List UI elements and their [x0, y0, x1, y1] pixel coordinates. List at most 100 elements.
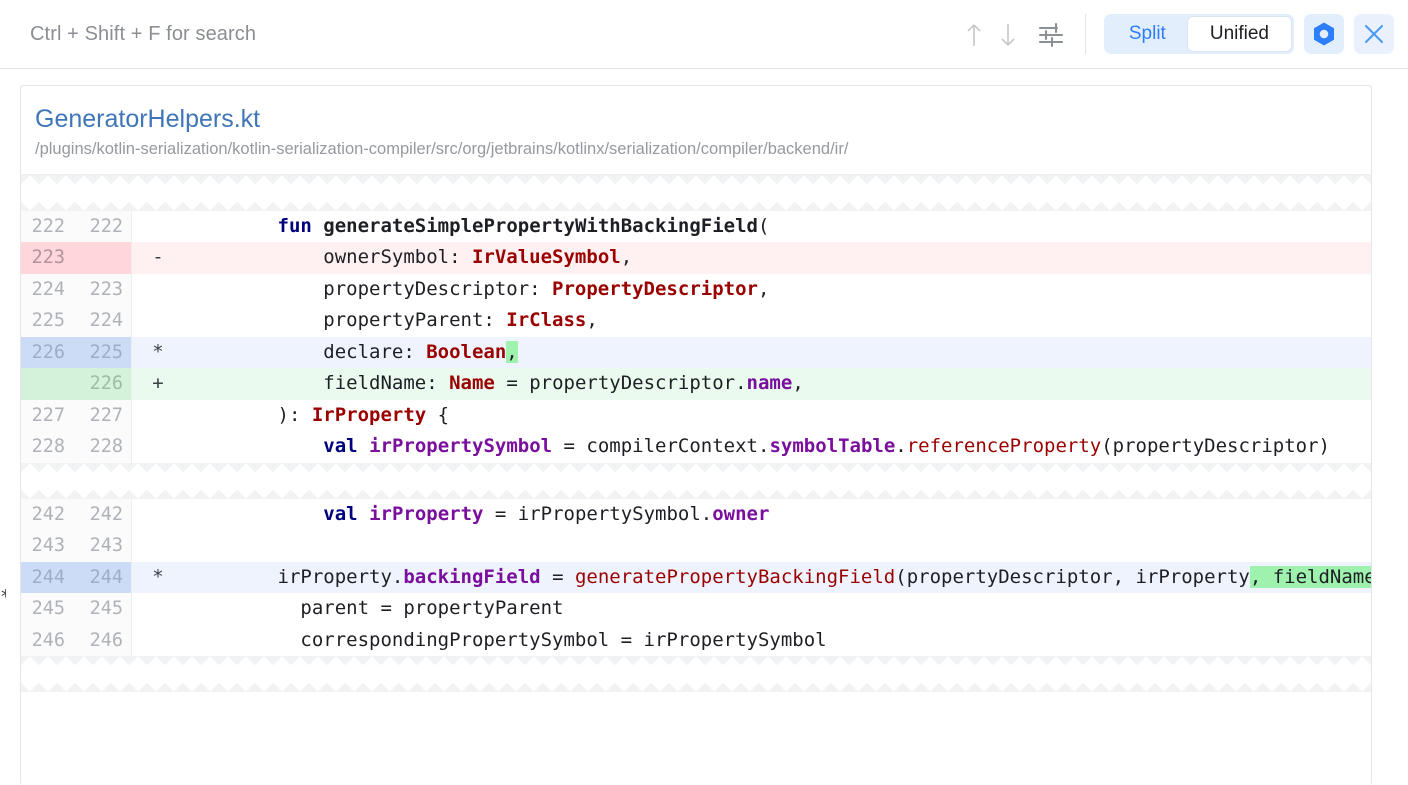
code-text: ownerSymbol: IrValueSymbol, [184, 242, 1371, 274]
new-line-number: 226 [73, 368, 131, 400]
arrow-down-icon[interactable] [991, 0, 1025, 69]
change-marker: * [132, 561, 184, 594]
new-line-number: 242 [73, 498, 131, 531]
code-token: owner [712, 502, 770, 525]
code-token: irPropertySymbol [369, 435, 553, 458]
diff-line-row[interactable]: 228 228 val irPropertySymbol = compilerCo… [21, 431, 1371, 463]
change-marker [132, 211, 184, 243]
old-line-number: 225 [21, 305, 73, 337]
diff-line-row[interactable]: 222 222 fun generateSimplePropertyWithBac… [21, 210, 1371, 243]
old-line-number: 243 [21, 530, 73, 562]
new-line-number: 243 [73, 530, 131, 562]
code-text: propertyDescriptor: PropertyDescriptor, [184, 274, 1371, 306]
code-token: val [323, 435, 358, 458]
code-token: , [506, 340, 518, 363]
code-token: { [426, 403, 450, 426]
view-mode-toggle[interactable]: Split Unified [1103, 14, 1294, 54]
code-token: ownerSymbol: [186, 246, 472, 269]
code-token: (propertyDescriptor, irProperty [895, 565, 1250, 588]
change-marker: - [132, 242, 184, 274]
code-token: ( [757, 214, 770, 237]
code-token: , [620, 246, 633, 269]
code-token: fun [277, 214, 312, 237]
code-text: parent = propertyParent [184, 593, 1371, 625]
code-token: = compilerContext. [552, 435, 770, 458]
diff-line-row[interactable]: 244 244 * irProperty.backingField = genera… [21, 561, 1371, 594]
code-token: referenceProperty [906, 435, 1102, 458]
old-line-number: 226 [21, 336, 73, 369]
code-token: symbolTable [769, 435, 896, 458]
change-marker [132, 499, 184, 531]
diff-line-row[interactable]: 245 245 parent = propertyParent [21, 593, 1371, 625]
diff-line-row[interactable]: 223 - ownerSymbol: IrValueSymbol, [21, 242, 1371, 274]
code-token: correspondingPropertySymbol = irProperty… [186, 628, 827, 651]
diff-line-row[interactable]: 246 246 correspondingPropertySymbol = irP… [21, 624, 1371, 657]
view-controls: Split Unified [1086, 0, 1408, 68]
change-marker [132, 400, 184, 432]
code-token: generatePropertyBackingField [574, 565, 896, 588]
old-line-number: 245 [21, 593, 73, 625]
old-line-number: 227 [21, 399, 73, 432]
code-text: fieldName: Name = propertyDescriptor.nam… [184, 368, 1371, 400]
diff-line-row[interactable]: 242 242 val irProperty = irPropertySymbol… [21, 498, 1371, 531]
code-token: . [895, 435, 907, 458]
diff-code-area: 222 222 fun generateSimplePropertyWithBac… [21, 174, 1371, 693]
hexagon-nut-icon[interactable] [1304, 14, 1344, 54]
new-line-number: 246 [73, 624, 131, 657]
new-line-number: 244 [73, 561, 131, 594]
change-marker [132, 593, 184, 625]
old-line-number: 246 [21, 624, 73, 657]
code-token: , fieldName [1249, 565, 1371, 588]
new-line-number: 223 [73, 273, 131, 306]
new-line-number: 245 [73, 593, 131, 625]
code-token: fieldName: [186, 372, 450, 395]
change-marker [132, 530, 184, 562]
code-token: PropertyDescriptor [552, 277, 758, 300]
close-x-icon[interactable] [1354, 14, 1394, 54]
edge-change-marker: * [0, 589, 6, 605]
diff-panel: GeneratorHelpers.kt /plugins/kotlin-seri… [20, 85, 1372, 785]
diff-line-row[interactable]: 225 224 propertyParent: IrClass, [21, 305, 1371, 337]
code-token: (propertyDescriptor) [1101, 435, 1330, 458]
view-mode-split[interactable]: Split [1107, 17, 1188, 51]
new-line-number: 228 [73, 431, 131, 463]
change-marker: + [132, 368, 184, 400]
code-token: generateSimplePropertyWithBackingField [323, 214, 758, 237]
code-token: declare: [186, 340, 427, 363]
diff-line-row[interactable]: 224 223 propertyDescriptor: PropertyDescr… [21, 273, 1371, 306]
sliders-settings-icon[interactable] [1025, 0, 1077, 69]
new-line-number: 222 [73, 210, 131, 243]
diff-line-row[interactable]: 226 + fieldName: Name = propertyDescripto… [21, 368, 1371, 400]
new-line-number [73, 242, 131, 274]
code-token: = irPropertySymbol. [483, 502, 713, 525]
diff-toolbar: Ctrl + Shift + F for search Split Unifie… [0, 0, 1408, 69]
code-text: val irProperty = irPropertySymbol.owner [184, 499, 1371, 531]
file-name[interactable]: GeneratorHelpers.kt [35, 104, 1349, 134]
arrow-up-icon[interactable] [957, 0, 991, 69]
code-token: = [540, 565, 575, 588]
old-line-number: 242 [21, 498, 73, 531]
old-line-number: 244 [21, 561, 73, 594]
code-token: val [323, 502, 358, 525]
code-text: correspondingPropertySymbol = irProperty… [184, 625, 1371, 657]
view-mode-unified[interactable]: Unified [1187, 17, 1291, 51]
diff-line-row[interactable]: 227 227 ): IrProperty { [21, 399, 1371, 432]
code-token: , [792, 372, 804, 395]
hunk-separator [21, 656, 1371, 693]
code-text: ): IrProperty { [184, 400, 1371, 432]
code-text: propertyParent: IrClass, [184, 305, 1371, 337]
code-token: , [757, 277, 770, 300]
search-input[interactable]: Ctrl + Shift + F for search [0, 0, 957, 68]
file-header: GeneratorHelpers.kt /plugins/kotlin-seri… [21, 86, 1371, 175]
code-token: irProperty. [186, 565, 404, 588]
diff-line-row[interactable]: 226 225 * declare: Boolean, [21, 336, 1371, 369]
change-marker [132, 625, 184, 657]
diff-line-row[interactable]: 243 243 [21, 530, 1371, 562]
code-token: = propertyDescriptor. [494, 372, 747, 395]
search-placeholder-text: Ctrl + Shift + F for search [30, 22, 257, 45]
old-line-number: 222 [21, 210, 73, 243]
